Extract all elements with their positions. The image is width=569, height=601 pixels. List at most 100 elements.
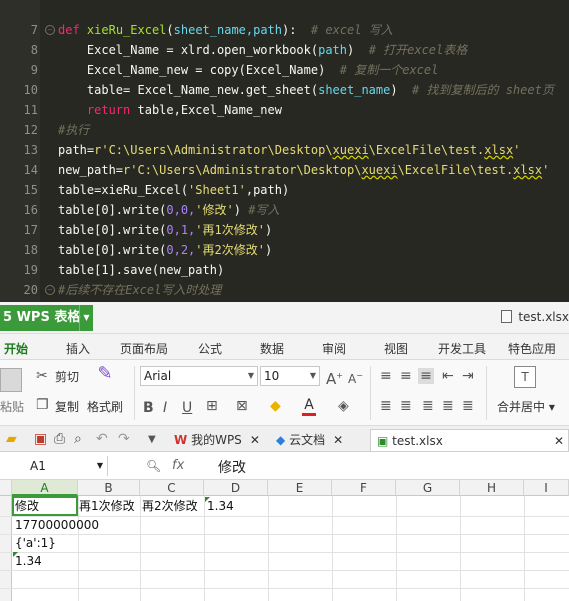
align-bottom-icon[interactable]: ≡ — [418, 368, 434, 384]
fx-icon[interactable]: fx — [172, 458, 184, 473]
italic-icon[interactable]: I — [163, 400, 167, 416]
code-line[interactable]: 14 new_path=r'C:\Users\Administrator\Des… — [0, 160, 569, 180]
scissors-icon[interactable]: ✂ — [36, 368, 48, 384]
fold-toggle-icon[interactable]: − — [45, 285, 55, 295]
decrease-indent-icon[interactable]: ⇤ — [442, 368, 454, 384]
preview-icon[interactable]: ⌕ — [74, 431, 82, 447]
code-line[interactable]: 20 − #后续不存在Excel写入时处理 — [0, 280, 569, 300]
paste-button[interactable]: 粘贴 — [0, 398, 24, 415]
code-line[interactable]: 9 Excel_Name_new = copy(Excel_Name) # 复制… — [0, 60, 569, 80]
line-number: 16 — [23, 203, 38, 217]
tab-my-wps[interactable]: W 我的WPS ✕ — [174, 429, 260, 451]
increase-indent-icon[interactable]: ⇥ — [462, 368, 474, 384]
tab-developer[interactable]: 开发工具 — [438, 340, 486, 357]
tab-view[interactable]: 视图 — [384, 340, 408, 357]
select-all-corner[interactable] — [0, 480, 12, 496]
code-line[interactable]: 15 table=xieRu_Excel('Sheet1',path) — [0, 180, 569, 200]
merge-border-icon[interactable]: ⊠ — [236, 398, 248, 414]
code-line[interactable]: 19 table[1].save(new_path) — [0, 260, 569, 280]
save-icon[interactable]: ▣ — [34, 431, 47, 447]
font-family-select[interactable]: Arial ▼ — [140, 366, 258, 386]
close-icon[interactable]: ✕ — [250, 433, 260, 447]
code-line[interactable]: 13 path=r'C:\Users\Administrator\Desktop… — [0, 140, 569, 160]
column-header[interactable]: H — [460, 480, 524, 496]
folder-icon[interactable]: ▰ — [6, 431, 17, 447]
tab-data[interactable]: 数据 — [260, 340, 284, 357]
code-line[interactable]: 10 table= Excel_Name_new.get_sheet(sheet… — [0, 80, 569, 100]
copy-icon[interactable]: ❐ — [36, 397, 49, 413]
column-header[interactable]: C — [140, 480, 204, 496]
undo-icon[interactable]: ↶ — [96, 431, 108, 447]
grow-font-icon[interactable]: A+ — [326, 368, 343, 387]
cell-a2[interactable]: 17700000000 — [12, 516, 99, 534]
chevron-down-icon[interactable]: ▼ — [148, 432, 156, 448]
code-line[interactable]: 11 return table,Excel_Name_new — [0, 100, 569, 120]
tab-review[interactable]: 审阅 — [322, 340, 346, 357]
paste-icon[interactable] — [0, 368, 22, 392]
column-header[interactable]: B — [78, 480, 140, 496]
clear-format-icon[interactable]: ◈ — [338, 398, 349, 414]
app-menu-button[interactable]: 5 WPS 表格 ▼ — [0, 305, 93, 331]
fill-color-icon[interactable]: ◆ — [270, 398, 281, 414]
format-painter-button[interactable]: 格式刷 — [87, 398, 123, 415]
align-center-icon[interactable]: ≣ — [400, 398, 412, 414]
shrink-font-icon[interactable]: A− — [348, 368, 363, 387]
tab-home[interactable]: 开始 — [1, 340, 31, 363]
align-right-icon[interactable]: ≣ — [422, 398, 434, 414]
cell-a3[interactable]: {'a':1} — [12, 534, 56, 552]
redo-icon[interactable]: ↷ — [118, 431, 130, 447]
formula-input[interactable]: 修改 — [218, 457, 246, 477]
code-line[interactable]: 16 table[0].write(0,0,'修改') #写入 — [0, 200, 569, 220]
close-icon[interactable]: ✕ — [333, 433, 343, 447]
distribute-icon[interactable]: ≣ — [462, 398, 474, 414]
underline-icon[interactable]: U — [182, 400, 192, 416]
code-text: table[0].write(0,2,'再2次修改') — [58, 243, 273, 257]
align-middle-icon[interactable]: ≡ — [400, 368, 412, 384]
row-header-strip[interactable] — [0, 496, 12, 601]
column-header[interactable]: E — [268, 480, 332, 496]
align-left-icon[interactable]: ≣ — [380, 398, 392, 414]
close-icon[interactable]: ✕ — [554, 430, 564, 452]
font-size-select[interactable]: 10 ▼ — [260, 366, 320, 386]
code-line[interactable]: 18 table[0].write(0,2,'再2次修改') — [0, 240, 569, 260]
bold-icon[interactable]: B — [143, 400, 154, 416]
grid-line — [0, 570, 569, 571]
justify-icon[interactable]: ≣ — [442, 398, 454, 414]
code-editor[interactable]: 7 − def xieRu_Excel(sheet_name,path): # … — [0, 0, 569, 302]
code-line[interactable]: 12 #执行 — [0, 120, 569, 140]
chevron-down-icon[interactable]: ▼ — [79, 305, 93, 331]
align-top-icon[interactable]: ≡ — [380, 368, 392, 384]
code-line[interactable]: 8 Excel_Name = xlrd.open_workbook(path) … — [0, 40, 569, 60]
zoom-icon[interactable]: 🔍︎ — [146, 458, 161, 474]
spreadsheet-grid[interactable]: A B C D E F G H I 修改 再1次修改 再2次修改 1.34 17… — [0, 480, 569, 601]
cut-button[interactable]: 剪切 — [55, 368, 79, 385]
cell-c1[interactable]: 再2次修改 — [139, 497, 198, 515]
print-icon[interactable]: ⎙ — [54, 431, 65, 447]
tab-special-apps[interactable]: 特色应用 — [508, 340, 556, 357]
format-painter-icon[interactable]: ✎ — [94, 365, 116, 388]
tab-formulas[interactable]: 公式 — [198, 340, 222, 357]
line-number: 10 — [23, 83, 38, 97]
line-number: 15 — [23, 183, 38, 197]
code-text: new_path=r'C:\Users\Administrator\Deskto… — [58, 163, 550, 177]
font-color-icon[interactable]: A — [302, 397, 316, 416]
tab-page-layout[interactable]: 页面布局 — [120, 340, 168, 357]
border-icon[interactable]: ⊞ — [206, 398, 218, 414]
column-header[interactable]: F — [332, 480, 396, 496]
tab-insert[interactable]: 插入 — [66, 340, 90, 357]
fold-toggle-icon[interactable]: − — [45, 25, 55, 35]
column-header[interactable]: G — [396, 480, 460, 496]
merge-cells-icon[interactable]: T — [514, 366, 536, 388]
tab-cloud-docs[interactable]: ◆ 云文档 ✕ — [276, 429, 343, 451]
cell-b1[interactable]: 再1次修改 — [76, 497, 135, 515]
name-box[interactable]: A1 ▼ — [0, 456, 108, 476]
code-line[interactable]: 7 − def xieRu_Excel(sheet_name,path): # … — [0, 20, 569, 40]
column-header[interactable]: D — [204, 480, 268, 496]
column-header[interactable]: I — [524, 480, 569, 496]
code-line[interactable]: 17 table[0].write(0,1,'再1次修改') — [0, 220, 569, 240]
column-header[interactable]: A — [12, 480, 78, 496]
divider — [370, 366, 371, 420]
merge-center-button[interactable]: 合并居中 ▾ — [497, 398, 555, 415]
copy-button[interactable]: 复制 — [55, 398, 79, 415]
tab-test-xlsx[interactable]: ▣ test.xlsx ✕ — [370, 429, 569, 451]
